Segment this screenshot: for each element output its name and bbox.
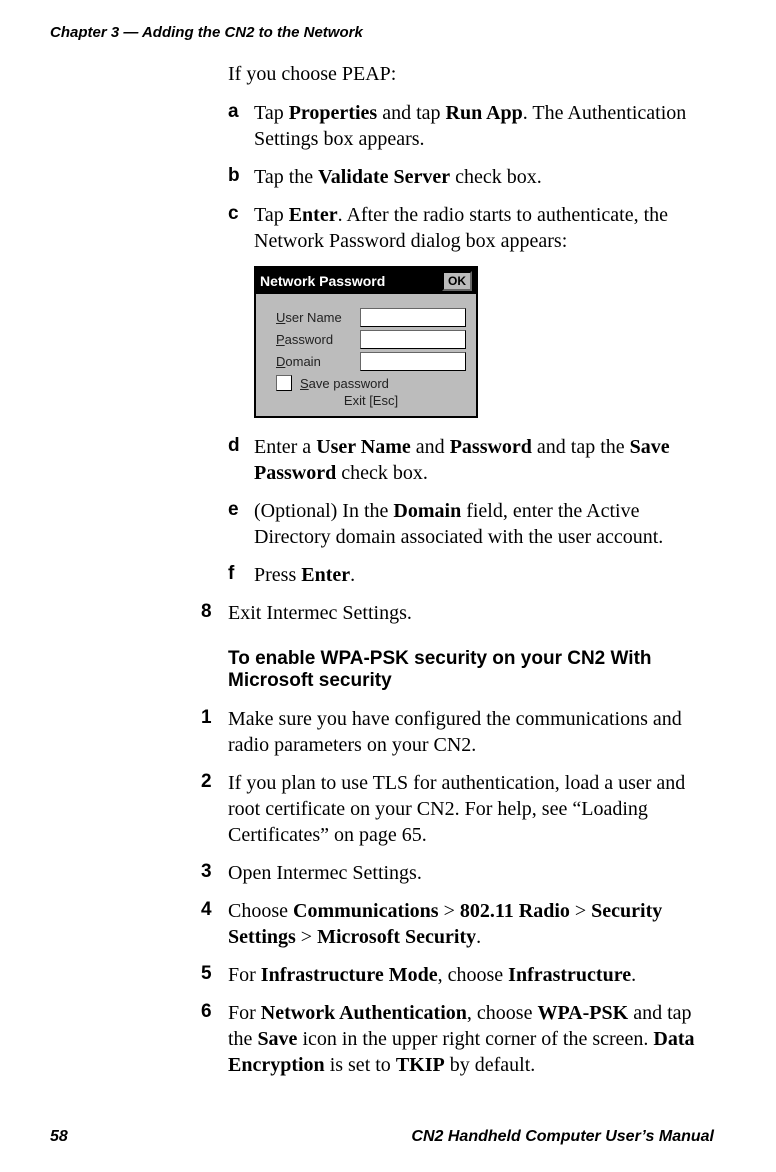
chapter-header: Chapter 3 — Adding the CN2 to the Networ… — [50, 24, 714, 41]
list-marker-5: 5 — [201, 962, 228, 988]
list-marker-8: 8 — [201, 600, 228, 626]
list-text-5: For Infrastructure Mode, choose Infrastr… — [228, 962, 714, 988]
list-text-6: For Network Authentication, choose WPA-P… — [228, 1000, 714, 1078]
list-marker-d: d — [228, 434, 254, 486]
manual-title: CN2 Handheld Computer User’s Manual — [411, 1128, 714, 1146]
save-password-checkbox[interactable] — [276, 375, 292, 391]
ok-button[interactable]: OK — [442, 271, 472, 291]
network-password-dialog: Network Password OK User Name Password D… — [254, 266, 478, 418]
list-text-1: Make sure you have configured the commun… — [228, 706, 714, 758]
list-marker-1: 1 — [201, 706, 228, 758]
list-marker-4: 4 — [201, 898, 228, 950]
domain-input[interactable] — [360, 352, 466, 371]
list-text-c: Tap Enter. After the radio starts to aut… — [254, 202, 714, 254]
list-text-e: (Optional) In the Domain field, enter th… — [254, 498, 714, 550]
section-title: To enable WPA-PSK security on your CN2 W… — [228, 648, 714, 692]
save-password-label: Save password — [300, 376, 389, 391]
password-label: Password — [276, 332, 360, 347]
list-marker-c: c — [228, 202, 254, 254]
domain-label: Domain — [276, 354, 360, 369]
list-marker-2: 2 — [201, 770, 228, 848]
list-marker-3: 3 — [201, 860, 228, 886]
list-text-4: Choose Communications > 802.11 Radio > S… — [228, 898, 714, 950]
list-marker-6: 6 — [201, 1000, 228, 1078]
page-number: 58 — [50, 1128, 68, 1146]
list-text-f: Press Enter. — [254, 562, 714, 588]
user-name-input[interactable] — [360, 308, 466, 327]
list-text-d: Enter a User Name and Password and tap t… — [254, 434, 714, 486]
dialog-title: Network Password — [260, 273, 385, 289]
list-text-8: Exit Intermec Settings. — [228, 600, 714, 626]
exit-label: Exit [Esc] — [276, 393, 466, 408]
password-input[interactable] — [360, 330, 466, 349]
list-marker-e: e — [228, 498, 254, 550]
user-name-label: User Name — [276, 310, 360, 325]
list-text-2: If you plan to use TLS for authenticatio… — [228, 770, 714, 848]
list-marker-b: b — [228, 164, 254, 190]
list-text-a: Tap Properties and tap Run App. The Auth… — [254, 100, 714, 152]
list-text-3: Open Intermec Settings. — [228, 860, 714, 886]
list-text-b: Tap the Validate Server check box. — [254, 164, 714, 190]
list-marker-a: a — [228, 100, 254, 152]
peap-intro: If you choose PEAP: — [228, 63, 714, 86]
list-marker-f: f — [228, 562, 254, 588]
